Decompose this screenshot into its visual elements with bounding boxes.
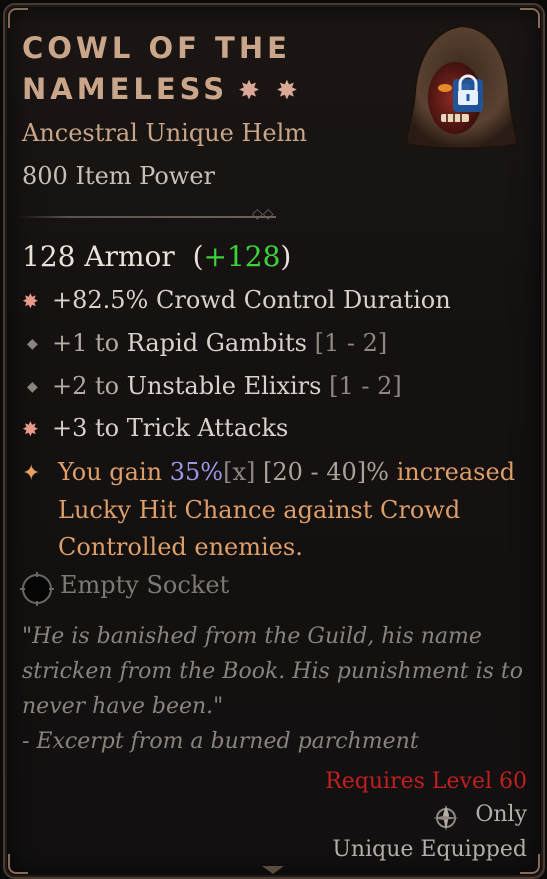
flavor-text: "He is banished from the Guild, his name… [22,624,523,754]
unique-equipped-note: Unique Equipped [332,837,527,862]
affix-diamond-icon: ◆ [27,379,38,395]
ancestral-gem-icon: ✸ [238,76,260,106]
affix-line: ✸ +82.5% Crowd Control Duration [22,282,522,320]
affix-diamond-icon: ◆ [27,336,38,352]
ancestral-gem-icon: ✸ [275,76,298,106]
hooded-mask-lock-icon [405,24,519,150]
item-power: 800 Item Power [22,162,215,190]
scroll-down-icon [262,866,284,874]
empty-socket-icon [20,572,54,606]
unique-power-icon: ✦ [22,461,41,486]
item-type: Ancestral Unique Helm [22,119,308,147]
armor-stat: 128 Armor (+128) [22,240,292,273]
affix-line: ◆ +2 to Unstable Elixirs [1 - 2] [22,368,522,409]
armor-bonus: +128 [203,240,281,273]
unique-power: ✦ You gain 35%[x] [20 - 40]% increased Lu… [22,454,522,566]
divider-ornament-icon: ◇◇ [252,206,274,222]
affix-line: ◆ +1 to Rapid Gambits [1 - 2] [22,325,522,366]
item-title: Cowl of the Nameless ✸ ✸ [22,28,402,112]
divider [18,216,276,218]
level-requirement: Requires Level 60 [325,769,527,794]
affix-line: ✸ +3 to Trick Attacks [22,410,522,448]
legendary-affix-icon: ✸ [22,289,39,313]
frame-corner [520,8,540,28]
frame-corner [8,8,28,28]
legendary-affix-icon: ✸ [22,417,39,441]
rogue-class-icon [433,805,459,831]
class-restriction: Only [475,802,527,827]
frame-corner [8,854,28,874]
lock-icon [453,74,483,112]
socket-label: Empty Socket [60,571,230,599]
